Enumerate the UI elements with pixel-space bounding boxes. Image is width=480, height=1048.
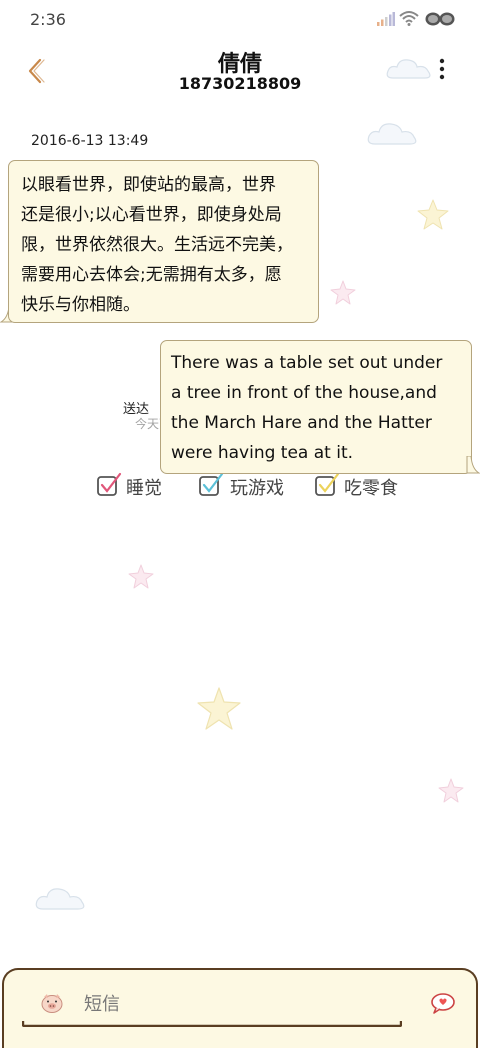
message-text-line: 快乐与你相随。 bbox=[21, 295, 140, 315]
message-text-line: were having tea at it. bbox=[171, 443, 354, 463]
cloud-icon bbox=[35, 888, 85, 910]
star-icon bbox=[330, 280, 356, 305]
doodle-checklist-item: 玩游戏 bbox=[198, 470, 298, 500]
doodle-checklist-label: 吃零食 bbox=[344, 478, 398, 499]
message-text-line: a tree in front of the house,and bbox=[171, 383, 437, 403]
star-icon bbox=[197, 687, 241, 730]
checkbox-checked-icon bbox=[199, 472, 224, 496]
cloud-icon bbox=[386, 59, 431, 79]
doodle-checklist-label: 玩游戏 bbox=[230, 478, 284, 499]
message-text-line: 限，世界依然很大。生活远不完美， bbox=[21, 235, 293, 255]
delivery-status: 送达 bbox=[123, 402, 150, 417]
star-icon bbox=[438, 778, 464, 803]
pig-emoji-icon[interactable] bbox=[40, 992, 64, 1014]
star-icon bbox=[417, 199, 449, 230]
cloud-icon bbox=[367, 123, 417, 145]
input-underline bbox=[22, 1021, 402, 1027]
doodle-checklist-item: 吃零食 bbox=[314, 470, 414, 500]
message-text-line: the March Hare and the Hatter bbox=[171, 413, 432, 433]
doodle-checklist-item: 睡觉 bbox=[96, 470, 176, 500]
checkbox-checked-icon bbox=[315, 472, 340, 496]
status-bar: 2:36 bbox=[0, 0, 480, 40]
message-timestamp: 2016-6-13 13:49 bbox=[31, 133, 149, 149]
star-icon bbox=[128, 564, 154, 589]
signal-icon bbox=[377, 12, 395, 26]
outgoing-bubble-tail bbox=[466, 456, 480, 474]
battery-icon bbox=[425, 12, 455, 26]
message-text-line: 需要用心去体会;无需拥有太多，愿 bbox=[21, 265, 282, 285]
doodle-checklist-label: 睡觉 bbox=[126, 478, 162, 499]
message-text-line: 还是很小;以心看世界，即使身处局 bbox=[21, 205, 282, 225]
status-time: 2:36 bbox=[30, 10, 66, 29]
incoming-message-bubble[interactable]: 以眼看世界，即使站的最高，世界 还是很小;以心看世界，即使身处局 限，世界依然很… bbox=[8, 160, 319, 323]
wifi-icon bbox=[399, 11, 419, 26]
message-input[interactable] bbox=[84, 990, 384, 1018]
more-options-icon[interactable] bbox=[432, 56, 452, 84]
send-heart-icon[interactable] bbox=[430, 992, 456, 1014]
outgoing-message-bubble[interactable]: There was a table set out under a tree i… bbox=[160, 340, 472, 474]
message-text-line: There was a table set out under bbox=[171, 353, 443, 373]
message-text-line: 以眼看世界，即使站的最高，世界 bbox=[21, 175, 276, 195]
checkbox-checked-icon bbox=[97, 472, 122, 496]
